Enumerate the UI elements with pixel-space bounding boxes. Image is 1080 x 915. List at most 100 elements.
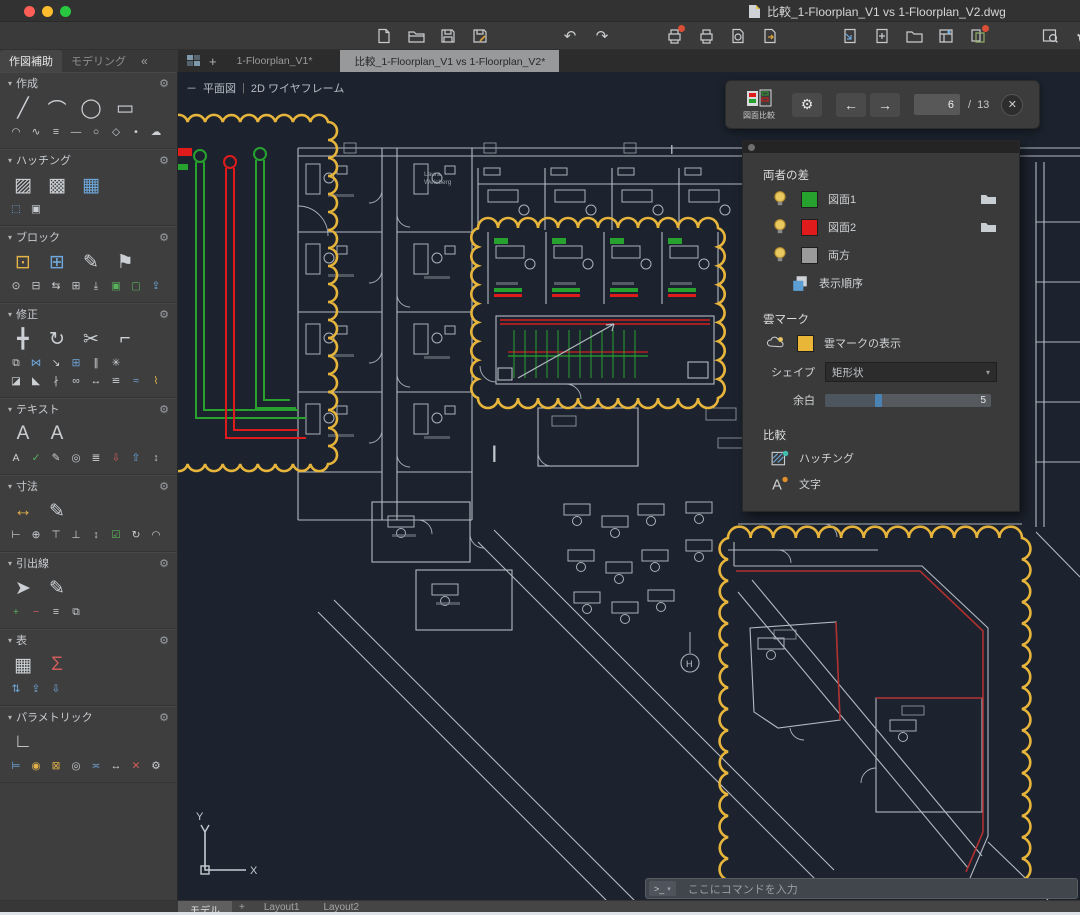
lengthen-icon[interactable]: ↔ <box>88 373 104 389</box>
drawing-canvas[interactable]: Laura Weisberg I I <box>178 72 1080 900</box>
gear-icon[interactable]: ⚙ <box>159 231 169 244</box>
page-setup-icon[interactable] <box>870 24 894 48</box>
hatch-pattern-icon[interactable]: ▩ <box>42 171 72 199</box>
justify-icon[interactable]: ≣ <box>88 450 104 466</box>
ellipse-icon[interactable]: ○ <box>88 124 104 140</box>
rotate-icon[interactable]: ↻ <box>42 325 72 353</box>
offset-icon[interactable]: ∥ <box>88 355 104 371</box>
dim-constraint-icon[interactable]: ↔ <box>108 758 124 774</box>
spell-check-icon[interactable]: ✓ <box>28 450 44 466</box>
single-text-icon[interactable]: A <box>42 420 72 448</box>
lightbulb-icon[interactable] <box>771 190 789 208</box>
drawing-tab-1[interactable]: 1-Floorplan_V1* <box>225 51 325 71</box>
compare-close-button[interactable]: ✕ <box>1001 94 1023 116</box>
new-drawing-tab-button[interactable]: + <box>209 54 217 69</box>
array-icon[interactable]: ⊞ <box>68 355 84 371</box>
find-icon[interactable]: ◎ <box>68 450 84 466</box>
gradient-icon[interactable]: ▦ <box>76 171 106 199</box>
lightbulb-icon[interactable] <box>771 246 789 264</box>
gear-icon[interactable]: ⚙ <box>159 480 169 493</box>
point-icon[interactable]: • <box>128 124 144 140</box>
dim-style-icon[interactable]: ✎ <box>42 497 72 525</box>
gear-icon[interactable]: ⚙ <box>159 77 169 90</box>
compare-tool-button[interactable]: 図面比較 <box>736 89 782 121</box>
center-mark-icon[interactable]: ⊕ <box>28 527 44 543</box>
gear-icon[interactable]: ⚙ <box>159 154 169 167</box>
slider-handle[interactable] <box>875 394 882 407</box>
polygon-icon[interactable]: ◇ <box>108 124 124 140</box>
tool-section-header-table[interactable]: ▾表⚙ <box>8 632 169 648</box>
join-icon[interactable]: ∞ <box>68 373 84 389</box>
difference-index-field[interactable]: 6 <box>914 94 960 115</box>
insert-block-icon[interactable]: ⊡ <box>8 248 38 276</box>
trim-icon[interactable]: ✂ <box>76 325 106 353</box>
folder-icon[interactable] <box>980 192 997 205</box>
folder-icon[interactable] <box>980 220 997 233</box>
rectangle-icon[interactable]: ▭ <box>110 94 140 122</box>
command-line[interactable]: >_ ▾ ここにコマンドを入力 <box>645 878 1078 899</box>
ribbon-tab-drafting[interactable]: 作図補助 <box>0 50 62 72</box>
define-attribute-icon[interactable]: ⊙ <box>8 278 24 294</box>
continue-dim-icon[interactable]: ⊥ <box>68 527 84 543</box>
add-leader-icon[interactable]: + <box>8 604 24 620</box>
gear-icon[interactable]: ⚙ <box>159 711 169 724</box>
cloud-margin-slider[interactable]: 5 <box>825 394 991 407</box>
new-file-icon[interactable] <box>372 24 396 48</box>
break-icon[interactable]: ∤ <box>48 373 64 389</box>
tool-section-header-leader[interactable]: ▾引出線⚙ <box>8 555 169 571</box>
minimize-window-button[interactable] <box>42 6 53 17</box>
gear-icon[interactable]: ⚙ <box>159 308 169 321</box>
both-color-swatch[interactable] <box>801 247 818 264</box>
mirror-icon[interactable]: ⋈ <box>28 355 44 371</box>
drawing1-color-swatch[interactable] <box>801 191 818 208</box>
align-icon[interactable]: ≌ <box>108 373 124 389</box>
zoom-window-button[interactable] <box>60 6 71 17</box>
manage-attributes-icon[interactable]: ⊟ <box>28 278 44 294</box>
zoom-window-icon[interactable] <box>1038 24 1062 48</box>
upload-data-icon[interactable]: ⇪ <box>28 681 44 697</box>
update-dim-icon[interactable]: ↻ <box>128 527 144 543</box>
delete-constraints-icon[interactable]: ✕ <box>128 758 144 774</box>
gear-icon[interactable]: ⚙ <box>159 403 169 416</box>
hatch-icon[interactable]: ▨ <box>8 171 38 199</box>
cloud-shape-dropdown[interactable]: 矩形状 ▾ <box>825 362 997 382</box>
compare-settings-button[interactable]: ⚙ <box>792 93 822 117</box>
tool-section-header-dimension[interactable]: ▾寸法⚙ <box>8 478 169 494</box>
pdf-import-icon[interactable]: ⇩ <box>108 450 124 466</box>
open-folder-icon[interactable] <box>404 24 428 48</box>
text-import-icon[interactable]: ⇧ <box>128 450 144 466</box>
start-tab-grid-icon[interactable] <box>186 54 201 68</box>
next-difference-button[interactable]: → <box>870 93 900 117</box>
copy-icon[interactable]: ⧉ <box>8 355 24 371</box>
previous-difference-button[interactable]: ← <box>836 93 866 117</box>
display-order-row[interactable]: 表示順序 <box>743 269 1019 297</box>
tool-section-header-parametric[interactable]: ▾パラメトリック⚙ <box>8 709 169 725</box>
download-data-icon[interactable]: ⇩ <box>48 681 64 697</box>
remove-leader-icon[interactable]: − <box>28 604 44 620</box>
dim-break-icon[interactable]: ◠ <box>148 527 164 543</box>
plot-preview-icon[interactable] <box>726 24 750 48</box>
lock-constraint-icon[interactable]: ⊠ <box>48 758 64 774</box>
polyline-icon[interactable]: ⌒ <box>42 94 72 122</box>
xline-icon[interactable]: — <box>68 124 84 140</box>
viewport-controls[interactable]: － 平面図 | 2D ワイヤフレーム <box>186 80 344 96</box>
drawing-tab-2-active[interactable]: 比較_1-Floorplan_V1 vs 1-Floorplan_V2* <box>340 50 559 72</box>
attribute-editor-icon[interactable]: ⚑ <box>110 248 140 276</box>
match-properties-icon[interactable]: ≈ <box>128 373 144 389</box>
table-icon[interactable]: ▦ <box>8 651 38 679</box>
drawing2-color-swatch[interactable] <box>801 219 818 236</box>
save-as-icon[interactable] <box>468 24 492 48</box>
plot-icon[interactable] <box>662 24 686 48</box>
group-icon[interactable]: ▣ <box>108 278 124 294</box>
circle-icon[interactable]: ◯ <box>76 94 106 122</box>
baseline-dim-icon[interactable]: ⊤ <box>48 527 64 543</box>
linear-dim-icon[interactable]: ⊢ <box>8 527 24 543</box>
scale-icon[interactable]: ↘ <box>48 355 64 371</box>
infer-constraints-icon[interactable]: ≍ <box>88 758 104 774</box>
erase-icon[interactable]: ◪ <box>8 373 24 389</box>
align-leaders-icon[interactable]: ≡ <box>48 604 64 620</box>
ribbon-tab-modeling[interactable]: モデリング <box>62 50 135 72</box>
gear-icon[interactable]: ⚙ <box>159 557 169 570</box>
text-style-icon[interactable]: A <box>8 450 24 466</box>
revision-cloud-icon[interactable] <box>767 334 785 352</box>
